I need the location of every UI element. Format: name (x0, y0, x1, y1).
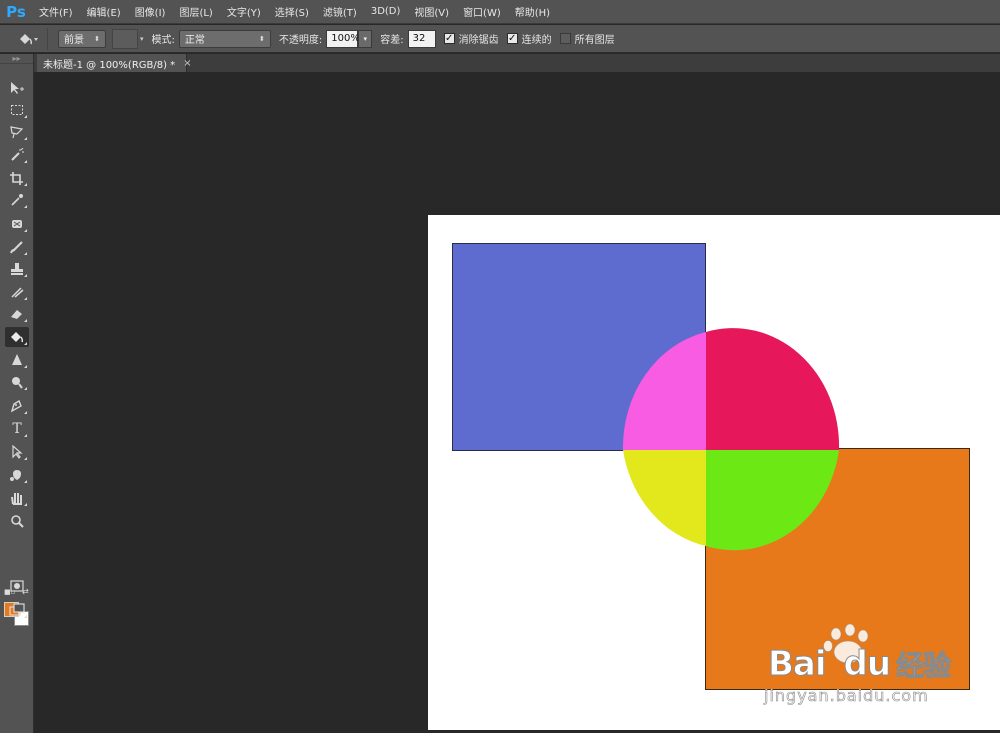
magic-wand-tool-icon (11, 148, 24, 161)
history-brush-tool-icon (11, 287, 24, 298)
paint-bucket-icon (19, 33, 38, 44)
contiguous-label: 连续的 (521, 35, 552, 46)
menu-image[interactable]: 图像(I) (128, 4, 173, 19)
custom-shape-tool-icon (10, 470, 21, 481)
screen-mode-icon (9, 603, 25, 616)
checkmark-icon: ✓ (507, 32, 517, 44)
custom-shape-tool[interactable] (5, 465, 29, 485)
menu-filter[interactable]: 滤镜(T) (316, 4, 364, 19)
all-layers-checkbox[interactable] (559, 33, 571, 44)
brush-tool[interactable] (5, 237, 29, 257)
blur-tool-icon (12, 354, 22, 365)
blur-tool[interactable] (5, 350, 29, 370)
eyedropper-tool-icon (11, 194, 23, 206)
eyedropper-tool[interactable] (5, 190, 29, 210)
marquee-tool[interactable] (5, 100, 29, 120)
photoshop-logo[interactable]: Ps (0, 0, 32, 24)
zoom-tool-icon (11, 515, 24, 528)
move-tool-icon (11, 82, 24, 94)
circle-quadrant-top-right (706, 328, 840, 450)
healing-brush-tool-icon (12, 220, 22, 228)
menu-help[interactable]: 帮助(H) (508, 4, 557, 19)
document-tab[interactable]: 未标题-1 @ 100%(RGB/8) * × (37, 54, 192, 72)
contiguous-checkbox[interactable]: ✓ (506, 32, 518, 44)
dodge-tool-icon (12, 377, 23, 389)
clone-stamp-tool-icon (11, 263, 23, 275)
menu-view[interactable]: 视图(V) (407, 4, 456, 19)
dodge-tool[interactable] (5, 372, 29, 392)
antialias-checkbox[interactable]: ✓ (443, 32, 455, 44)
brush-tool-icon (10, 241, 23, 254)
mode-value: 正常 (184, 35, 205, 46)
canvas-artwork (452, 243, 970, 690)
healing-brush-tool[interactable] (5, 214, 29, 234)
clone-stamp-tool[interactable] (5, 259, 29, 279)
pattern-dropdown-icon[interactable]: ▾ (140, 35, 144, 43)
quick-mask-icon (10, 580, 24, 592)
hand-tool-icon (11, 493, 22, 505)
tolerance-label: 容差: (380, 35, 404, 46)
updown-arrow-icon: ⬍ (94, 34, 100, 43)
menu-edit[interactable]: 编辑(E) (80, 4, 128, 19)
options-bar: 前景 ⬍ ▾ 模式: 正常 ⬍ 不透明度: 100% ▾ 容差: 32 ✓ 消除… (0, 25, 1000, 53)
quick-mask-button[interactable] (5, 576, 29, 596)
pen-tool[interactable] (5, 396, 29, 416)
tools-panel: ▸▸ T ■▫ ⇄ (0, 54, 34, 733)
opacity-dropdown-button[interactable]: ▾ (358, 29, 373, 48)
document-tab-strip: 未标题-1 @ 100%(RGB/8) * × (34, 54, 1000, 72)
path-selection-tool-icon (12, 445, 23, 459)
menu-type[interactable]: 文字(Y) (220, 4, 268, 19)
paint-bucket-tool-icon (11, 332, 24, 343)
magic-wand-tool[interactable] (5, 145, 29, 165)
path-selection-tool[interactable] (5, 442, 29, 462)
pen-tool-icon (10, 399, 22, 413)
history-brush-tool[interactable] (5, 282, 29, 302)
hand-tool[interactable] (5, 488, 29, 508)
menu-layer[interactable]: 图层(L) (172, 4, 219, 19)
fill-source-value: 前景 (64, 35, 84, 46)
tool-preset-picker[interactable] (8, 27, 48, 50)
pattern-picker[interactable] (112, 28, 138, 49)
crop-tool[interactable] (5, 168, 29, 188)
type-tool[interactable]: T (5, 419, 29, 439)
menu-select[interactable]: 选择(S) (268, 4, 316, 19)
all-layers-label: 所有图层 (574, 35, 615, 46)
document-canvas[interactable] (428, 215, 1000, 730)
tolerance-input[interactable]: 32 (407, 29, 436, 48)
menu-file[interactable]: 文件(F) (32, 4, 80, 19)
move-tool[interactable] (5, 78, 29, 98)
panel-collapse-grip[interactable]: ▸▸ (0, 54, 33, 64)
type-tool-icon: T (12, 421, 22, 437)
lasso-tool-icon (10, 126, 24, 139)
opacity-label: 不透明度: (278, 35, 323, 46)
mode-select[interactable]: 正常 ⬍ (178, 29, 271, 48)
chevron-down-icon: ▾ (363, 34, 368, 43)
checkmark-icon: ✓ (444, 32, 454, 44)
crop-tool-icon (10, 172, 23, 185)
marquee-tool-icon (11, 105, 23, 115)
document-tab-title: 未标题-1 @ 100%(RGB/8) * (43, 59, 176, 71)
mode-label: 模式: (151, 35, 175, 46)
eraser-tool-icon (11, 310, 22, 319)
menu-bar: Ps 文件(F) 编辑(E) 图像(I) 图层(L) 文字(Y) 选择(S) 滤… (0, 0, 1000, 24)
fill-source-select[interactable]: 前景 ⬍ (58, 29, 106, 48)
zoom-tool[interactable] (5, 511, 29, 531)
close-icon[interactable]: × (183, 58, 191, 69)
antialias-label: 消除锯齿 (458, 35, 499, 46)
paint-bucket-tool[interactable] (5, 327, 29, 347)
menu-3d[interactable]: 3D(D) (364, 6, 408, 17)
updown-arrow-icon: ⬍ (259, 34, 265, 43)
menu-window[interactable]: 窗口(W) (456, 4, 508, 19)
circle-quadrant-bottom-left (623, 450, 706, 546)
screen-mode-button[interactable] (5, 600, 29, 620)
lasso-tool[interactable] (5, 122, 29, 142)
eraser-tool[interactable] (5, 304, 29, 324)
opacity-input[interactable]: 100% (326, 29, 360, 48)
